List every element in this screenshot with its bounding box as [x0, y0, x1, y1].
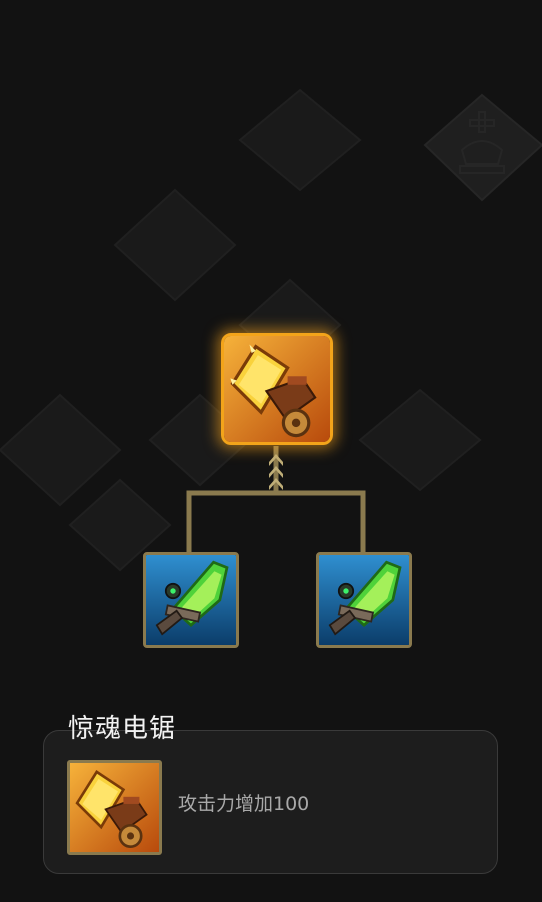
chainsaw-icon [224, 336, 330, 442]
item-name: 惊魂电锯 [68, 714, 177, 744]
ingredient-slot-1[interactable] [143, 552, 239, 648]
item-detail-icon-slot [67, 760, 162, 855]
green-blade-icon [146, 555, 236, 645]
green-blade-icon [319, 555, 409, 645]
item-description: 攻击力增加100 [178, 793, 310, 815]
chainsaw-icon [70, 763, 159, 852]
ingredient-slot-2[interactable] [316, 552, 412, 648]
result-item-slot[interactable] [221, 333, 333, 445]
